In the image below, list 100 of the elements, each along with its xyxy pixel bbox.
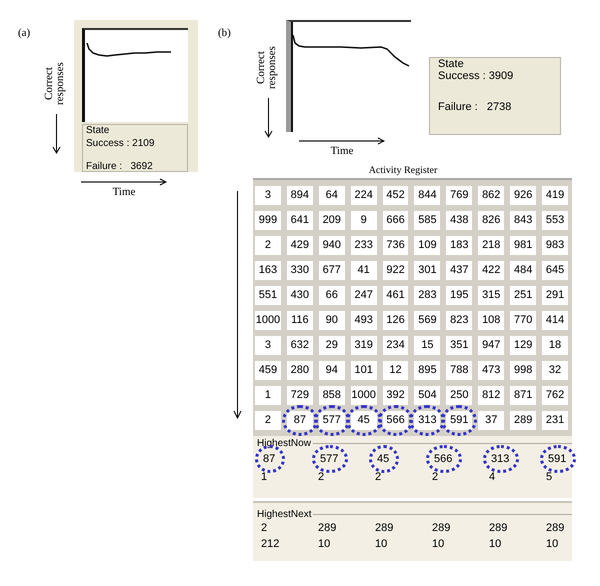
count-label: 2 [432, 470, 438, 485]
register-cell: 15 [414, 336, 440, 355]
failure-count: Failure : 3692 [86, 160, 154, 173]
register-cell: 163 [255, 261, 281, 280]
register-cell: 577 [318, 411, 345, 430]
register-cell: 392 [382, 386, 408, 405]
register-cell: 414 [542, 311, 568, 330]
register-cell: 858 [318, 386, 345, 405]
value-label: 566 [433, 452, 454, 467]
register-cell: 101 [350, 361, 377, 380]
value-label: 10 [318, 537, 330, 552]
register-cell: 926 [510, 186, 536, 205]
down-arrow-icon [52, 114, 60, 154]
register-cell: 894 [286, 186, 313, 205]
value-label: 289 [432, 521, 450, 536]
register-cell: 45 [350, 411, 377, 430]
register-cell: 108 [478, 311, 504, 330]
register-cell: 585 [414, 211, 440, 230]
register-cell: 12 [382, 361, 408, 380]
right-arrow-icon [299, 137, 385, 145]
register-cell: 2 [255, 411, 281, 430]
register-cell: 632 [286, 336, 313, 355]
value-label: 10 [375, 537, 388, 552]
value-label: 10 [546, 537, 558, 552]
register-cell: 315 [478, 286, 504, 305]
register-cell: 895 [414, 361, 440, 380]
right-arrow-icon [81, 178, 167, 186]
register-cell: 459 [255, 361, 281, 380]
register-cell: 762 [542, 386, 568, 405]
count-label: 2 [375, 470, 382, 485]
register-cell: 844 [414, 186, 440, 205]
count-label: 1 [261, 470, 268, 485]
register-cell: 351 [446, 336, 472, 355]
register-cell: 981 [510, 236, 536, 255]
register-cell: 645 [542, 261, 568, 280]
register-cell: 871 [510, 386, 536, 405]
register-cell: 116 [286, 311, 313, 330]
panel-label: (b) [218, 27, 232, 39]
register-cell: 209 [318, 211, 345, 230]
group-title: State [438, 58, 465, 70]
axis-label: Correct responses [256, 46, 279, 92]
register-cell: 553 [542, 211, 568, 230]
register-cell: 812 [478, 386, 504, 405]
register-cell: 9 [350, 211, 377, 230]
register-cell: 422 [478, 261, 504, 280]
register-cell: 183 [446, 236, 472, 255]
value-label: 10 [432, 537, 444, 552]
register-cell: 32 [542, 361, 568, 380]
register-cell: 94 [318, 361, 345, 380]
register-cell: 999 [255, 211, 281, 230]
register-cell: 41 [350, 261, 377, 280]
register-title: Activity Register [368, 165, 438, 176]
register-cell: 1 [255, 386, 281, 405]
register-cell: 301 [414, 261, 440, 280]
down-arrow-icon [233, 191, 242, 419]
register-cell: 770 [510, 311, 536, 330]
success-count: Success : 2109 [86, 137, 156, 150]
register-cell: 641 [286, 211, 313, 230]
group-title: HighestNow [257, 438, 311, 449]
value-label: 10 [489, 537, 502, 552]
register-cell: 319 [350, 336, 377, 355]
register-cell: 3 [255, 186, 281, 205]
group-title: State [86, 125, 110, 137]
register-cell: 64 [318, 186, 345, 205]
register-cell: 429 [286, 236, 313, 255]
down-arrow-icon [264, 98, 272, 138]
register-cell: 18 [542, 336, 568, 355]
register-cell: 862 [478, 186, 504, 205]
value-label: 87 [262, 452, 276, 467]
register-cell: 983 [542, 236, 568, 255]
register-cell: 826 [478, 211, 504, 230]
value-label: 212 [261, 537, 280, 552]
register-cell: 234 [382, 336, 408, 355]
register-cell: 129 [510, 336, 536, 355]
group-title: HighestNext [257, 509, 312, 520]
register-cell: 291 [542, 286, 568, 305]
register-cell: 566 [382, 411, 408, 430]
register-cell: 504 [414, 386, 440, 405]
value-label: 577 [319, 452, 340, 467]
register-cell: 233 [350, 236, 377, 255]
register-cell: 461 [382, 286, 408, 305]
register-cell: 666 [382, 211, 408, 230]
register-cell: 736 [382, 236, 408, 255]
axis-label: Time [112, 186, 136, 199]
value-label: 313 [490, 452, 510, 467]
register-cell: 769 [446, 186, 472, 205]
register-cell: 551 [255, 286, 281, 305]
value-label: 591 [547, 452, 568, 467]
register-cell: 940 [318, 236, 345, 255]
register-cell: 87 [286, 411, 313, 430]
value-label: 45 [376, 452, 390, 467]
value-label: 289 [318, 521, 336, 536]
register-cell: 788 [446, 361, 472, 380]
register-cell: 109 [414, 236, 440, 255]
register-cell: 1000 [255, 311, 281, 330]
register-cell: 947 [478, 336, 504, 355]
register-cell: 437 [446, 261, 472, 280]
register-cell: 247 [350, 286, 377, 305]
register-cell: 195 [446, 286, 472, 305]
axis-label: Time [330, 145, 354, 158]
